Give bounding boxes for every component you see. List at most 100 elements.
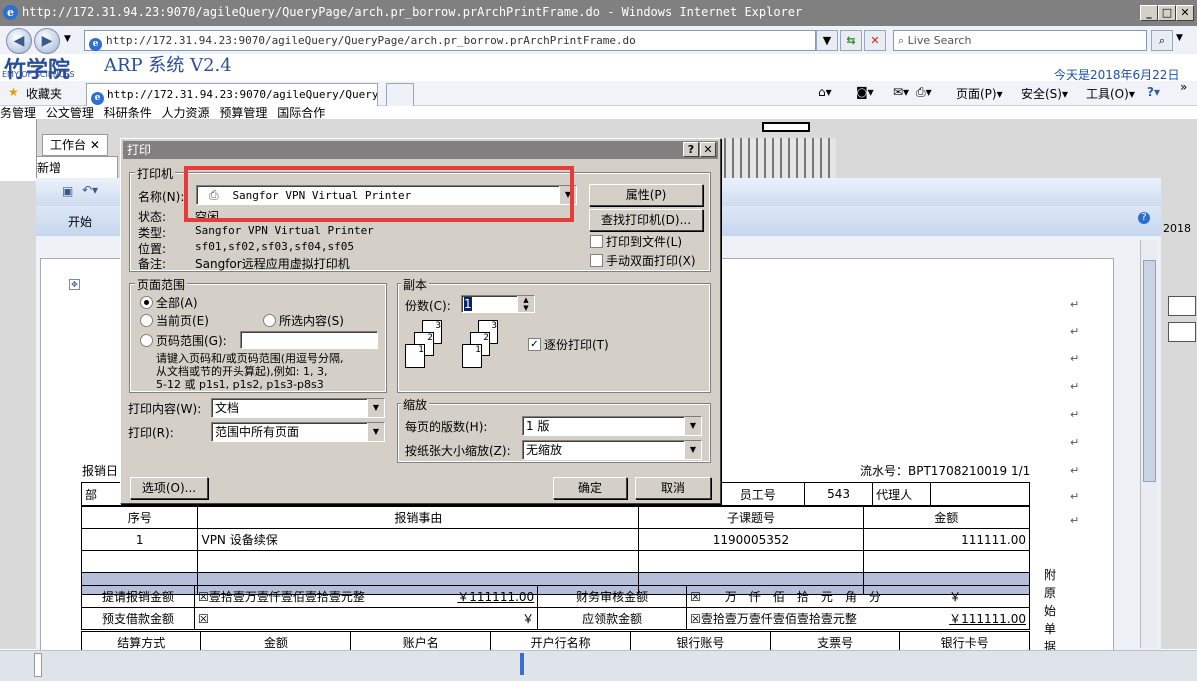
pages-per-sheet-select[interactable]: 1 版 ▼ [522,416,702,436]
favorites-button[interactable]: 收藏夹 [26,85,62,102]
collate-checkbox[interactable]: ✓ [528,338,541,351]
print-to-file-checkbox[interactable] [590,235,603,248]
print-what-value: 文档 [215,401,240,415]
forward-button[interactable]: ▶ [34,28,60,54]
range-all-label: 全部(A) [156,296,198,310]
properties-button[interactable]: 属性(P) [589,184,703,206]
address-dropdown-button[interactable]: ▼ [816,30,838,51]
copies-spinner-icon[interactable]: ▲ ▼ [517,296,534,312]
side-field-1[interactable] [1168,296,1196,316]
agent-label-cell: 代理人 [872,482,932,506]
tab-start[interactable]: 开始 [68,213,92,230]
advance-label: 预支借款金额 [80,607,196,630]
page-range-label: 页面范围 [135,276,188,293]
copies-input[interactable]: 1 ▲ ▼ [461,295,535,313]
table-row: 序号 报销事由 子课题号 金额 [80,506,1031,529]
header-amount: 金额 [862,506,1031,529]
range-pages-radio[interactable] [140,334,153,347]
browser-tab-active[interactable]: e http://172.31.94.23:9070/agileQuery/Que… [86,83,378,106]
note-char: 附 [1044,568,1057,582]
print-select[interactable]: 范围中所有页面 ▼ [211,422,385,442]
mail-icon[interactable]: ✉▾ [893,85,909,99]
vertical-scrollbar[interactable] [1140,240,1157,648]
pages-per-sheet-label: 每页的版数(H): [405,420,488,434]
ribbon-help-icon[interactable]: ? [1138,212,1150,224]
menu-item[interactable]: 公文管理 [46,106,94,118]
range-hint-line3: 5-12 或 p1s1, p1s2, p1s3-p8s3 [156,378,324,391]
close-tab-icon[interactable]: ✕ [90,138,100,152]
chevron-down-icon[interactable]: ▼ [684,441,701,459]
scale-select[interactable]: 无缩放 ▼ [522,440,702,460]
window-title: http://172.31.94.23:9070/agileQuery/Quer… [22,5,803,19]
scale-value: 无缩放 [526,443,563,457]
search-input[interactable]: ⌕ Live Search [893,30,1147,51]
feeds-icon[interactable]: ◙▾ [856,85,874,99]
report-date-label: 报销日 [82,464,119,478]
search-options-icon[interactable]: ▼ [1176,33,1183,43]
paragraph-mark: ↵ [1070,325,1080,338]
print-what-label: 打印内容(W): [128,402,202,416]
maximize-button[interactable]: □ [1158,5,1176,21]
ok-button[interactable]: 确定 [553,477,627,499]
home-icon[interactable]: ⌂▾ [818,85,832,99]
menu-item[interactable]: 国际合作 [277,106,325,118]
dialog-close-button[interactable]: ✕ [700,142,716,157]
history-dropdown-icon[interactable]: ▼ [64,34,71,44]
header-reason: 报销事由 [197,506,640,529]
advance-yen: ￥ [424,607,539,630]
address-bar[interactable]: e http://172.31.94.23:9070/agileQuery/Que… [84,30,816,51]
table-row: 1 VPN 设备续保 1190005352 111111.00 [80,528,1031,551]
range-selection-radio[interactable] [263,314,276,327]
minimize-button[interactable]: _ [1140,5,1158,21]
new-label: 新增 [37,161,62,175]
print-icon[interactable]: ⎙▾ [916,85,932,100]
page-icon: e [89,38,102,51]
annotation-highlight-box [184,166,574,222]
print-what-select[interactable]: 文档 ▼ [211,398,385,418]
range-all-radio[interactable] [140,296,153,309]
new-tab-button[interactable] [386,83,414,106]
copies-label: 份数(C): [405,299,451,313]
close-window-button[interactable]: ✕ [1176,5,1194,21]
refresh-icon[interactable]: ⇆ [840,30,862,51]
chevron-more-icon[interactable]: » [1180,80,1187,94]
note-char: 始 [1044,604,1057,618]
page-range-input[interactable] [240,331,378,349]
table-move-handle-icon[interactable]: ✥ [69,279,80,290]
safety-menu[interactable]: 安全(S)▾ [1021,85,1068,102]
undo-icon[interactable]: ↶▾ [82,183,98,197]
stop-icon[interactable]: ✕ [864,30,886,51]
agent-value-cell[interactable] [930,482,1030,506]
emp-value-cell: 543 [803,482,874,506]
menu-item[interactable]: 务管理 [0,106,36,118]
new-record-button[interactable]: 新增 [36,156,118,180]
page-menu[interactable]: 页面(P)▾ [956,85,1003,102]
comment-label: 备注: [138,257,167,271]
chevron-down-icon[interactable]: ▼ [367,399,384,417]
type-label: 类型: [138,226,167,240]
range-current-radio[interactable] [140,314,153,327]
menu-item[interactable]: 人力资源 [162,106,210,118]
back-button[interactable]: ◀ [6,28,32,54]
manual-duplex-checkbox[interactable] [590,254,603,267]
side-field-2[interactable] [1168,322,1196,342]
dialog-help-button[interactable]: ? [683,142,699,157]
find-printer-button[interactable]: 查找打印机(D)... [589,209,703,231]
tab-workbench[interactable]: 工作台 ✕ [42,134,108,156]
cancel-button[interactable]: 取消 [635,477,711,499]
chevron-down-icon[interactable]: ▼ [367,423,384,441]
status-segment [34,653,42,677]
save-icon[interactable]: ▣ [62,184,73,198]
menu-item[interactable]: 预算管理 [219,106,267,118]
where-value: sf01,sf02,sf03,sf04,sf05 [195,240,354,253]
chevron-down-icon[interactable]: ▼ [684,417,701,435]
search-button[interactable]: ⌕ [1151,30,1173,51]
help-icon[interactable]: ?▾ [1147,85,1160,99]
apply-text: ☒壹拾壹万壹仟壹佰壹拾壹元整 [194,585,425,608]
options-button[interactable]: 选项(O)... [130,477,208,499]
menu-item[interactable]: 科研条件 [104,106,152,118]
table-cell [80,550,199,573]
receive-amount: ￥111111.00 [946,607,1031,630]
tools-menu[interactable]: 工具(O)▾ [1086,85,1135,102]
scrollbar-thumb[interactable] [1143,260,1156,482]
